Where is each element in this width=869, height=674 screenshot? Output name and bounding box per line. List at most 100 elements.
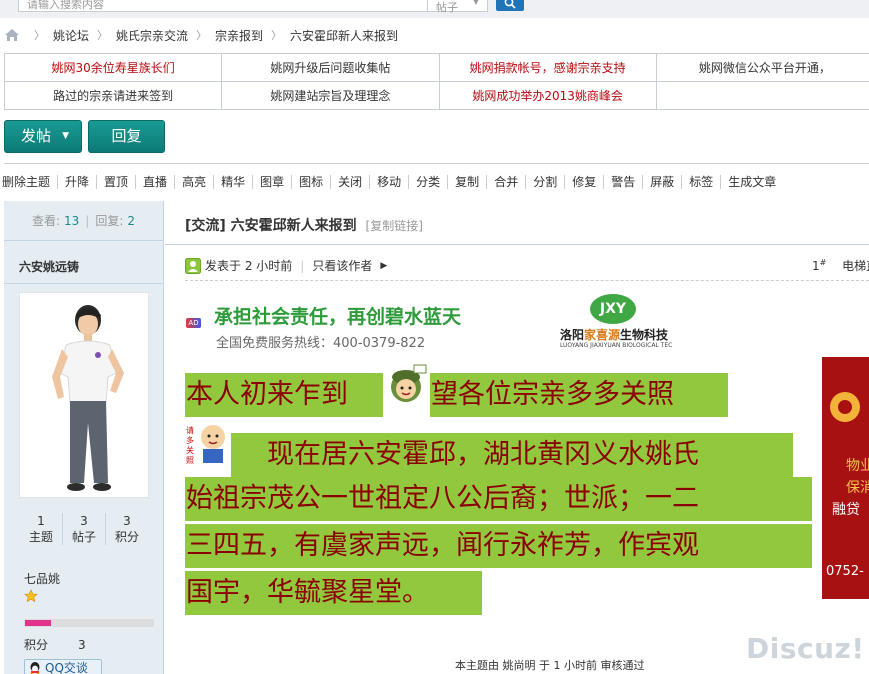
search-type-label: 帖子 — [436, 1, 458, 14]
posted-label: 发表于 — [205, 259, 242, 273]
right-side-ad[interactable]: 物业 保消 融贷 0752- — [822, 357, 869, 599]
svg-text:关: 关 — [186, 445, 194, 455]
notice-link[interactable]: 姚网升级后问题收集帖 — [221, 53, 440, 82]
only-author-link[interactable]: 只看该作者 — [312, 257, 372, 274]
mod-repair[interactable]: 修复 — [564, 175, 603, 189]
right-ad-text: 保消 — [846, 480, 869, 496]
mod-highlight[interactable]: 高亮 — [174, 175, 213, 189]
ad-company-en: LUOYANG JIAXIYUAN BIOLOGICAL TEC — [560, 342, 673, 349]
copy-link[interactable]: [复制链接] — [366, 219, 423, 233]
mod-generate-article[interactable]: 生成文章 — [720, 175, 783, 189]
ad-badge: AD — [186, 318, 201, 328]
floor-number[interactable]: 1 — [812, 259, 820, 273]
notice-link[interactable]: 姚网建站宗旨及理理念 — [221, 81, 440, 110]
message-line: 现在居六安霍邱，湖北黄冈义水姚氏 — [231, 433, 793, 477]
ad-company-pre: 洛阳 — [560, 328, 585, 342]
breadcrumb-item-current[interactable]: 六安霍邱新人来报到 — [290, 27, 398, 44]
mod-delete-thread[interactable]: 删除主题 — [2, 175, 57, 189]
score-label: 积分 — [24, 638, 49, 652]
notice-link[interactable]: 路过的宗亲请进来签到 — [3, 81, 223, 110]
post-meta: 发表于 2 小时前 | 只看该作者 ▶ — [185, 257, 387, 274]
message-line: 望各位宗亲多多关照 — [430, 373, 728, 417]
search-type-select[interactable]: 帖子 ▼ — [428, 0, 488, 14]
ad-headline[interactable]: 承担社会责任，再创碧水蓝天 — [214, 302, 461, 329]
search-input[interactable]: 请输入搜索内容 — [18, 0, 428, 12]
post-title: [交流] 六安霍邱新人来报到 [复制链接] — [185, 215, 423, 235]
rank-progress-fill — [25, 620, 51, 626]
post-title-text: 六安霍邱新人来报到 — [230, 218, 357, 234]
reply-label: 回复 — [111, 127, 142, 145]
topics-count: 1 — [37, 514, 45, 528]
moderation-note: 本主题由 姚尚明 于 1 小时前 审核通过 — [455, 659, 645, 672]
qq-chat-button[interactable]: QQ交谈 — [24, 659, 102, 674]
message-line: 本人初来乍到 — [185, 373, 383, 417]
jump-to-floor[interactable]: 电梯直达 — [842, 259, 869, 273]
reply-button[interactable]: 回复 — [88, 120, 165, 153]
breadcrumb-item[interactable]: 姚论坛 — [53, 27, 89, 44]
ad-logo[interactable]: JXY — [590, 294, 636, 324]
qq-chat-label: QQ交谈 — [45, 661, 88, 674]
right-ad-text: 融贷 — [832, 502, 860, 518]
mod-split[interactable]: 分割 — [525, 175, 564, 189]
replies-count: 2 — [127, 213, 136, 228]
mod-stamp[interactable]: 图章 — [252, 175, 291, 189]
topics-stat[interactable]: 1 主题 — [20, 513, 62, 545]
mod-digest[interactable]: 精华 — [213, 175, 252, 189]
svg-text:照: 照 — [186, 456, 194, 465]
soldier-emoji-icon — [383, 361, 430, 408]
divider — [4, 283, 163, 284]
ad-circle-icon — [830, 392, 860, 422]
breadcrumb-item[interactable]: 宗亲报到 — [215, 27, 263, 44]
new-post-button[interactable]: 发帖 ▼ — [4, 120, 82, 153]
posts-stat[interactable]: 3 帖子 — [62, 513, 105, 545]
message-line: 三四五，有虞家声远，闻行永祚芳，作宾观 — [185, 524, 812, 568]
chevron-right-icon: 〉 — [196, 29, 208, 42]
rank-progress-bar — [24, 619, 154, 627]
mod-stick[interactable]: 置顶 — [96, 175, 135, 189]
credits-count: 3 — [123, 514, 131, 528]
notice-link[interactable]: 姚网成功举办2013姚商峰会 — [438, 81, 657, 110]
credits-label: 积分 — [114, 530, 139, 544]
breadcrumb-item[interactable]: 姚氏宗亲交流 — [116, 27, 188, 44]
please-care-emoji-icon: 请多关照 — [185, 419, 231, 465]
floor-info: 1# 电梯直达 — [812, 257, 869, 274]
mod-merge[interactable]: 合并 — [486, 175, 525, 189]
posts-count: 3 — [80, 514, 88, 528]
notice-link[interactable]: 姚网30余位寿星族长们 — [3, 53, 223, 82]
new-post-label: 发帖 — [21, 127, 52, 145]
home-icon[interactable] — [4, 28, 20, 42]
mod-warn[interactable]: 警告 — [603, 175, 642, 189]
author-counts: 1 主题 3 帖子 3 积分 — [20, 513, 148, 545]
mod-tag[interactable]: 标签 — [681, 175, 720, 189]
ad-hotline: 全国免费服务热线：400-0379-822 — [216, 336, 426, 351]
post-header: [交流] 六安霍邱新人来报到 [复制链接] — [165, 201, 869, 245]
credits-stat[interactable]: 3 积分 — [105, 513, 148, 545]
replies-label: 回复: — [95, 214, 124, 228]
search-icon — [504, 0, 516, 9]
mod-bump[interactable]: 升降 — [57, 175, 96, 189]
separator: | — [85, 213, 90, 228]
separator: | — [300, 258, 305, 273]
author-sidebar: 查看: 13 | 回复: 2 六安姚远铸 1 主题 3 帖子 3 积分 七品姚 … — [4, 201, 164, 674]
mod-live[interactable]: 直播 — [135, 175, 174, 189]
posted-time: 2 小时前 — [244, 259, 293, 273]
author-name[interactable]: 六安姚远铸 — [19, 258, 79, 275]
notice-cell-empty — [655, 81, 869, 110]
chevron-down-icon: ▼ — [62, 131, 69, 141]
mod-copy[interactable]: 复制 — [447, 175, 486, 189]
notice-link[interactable]: 姚网捐款帐号，感谢宗亲支持 — [438, 53, 657, 82]
mod-icon[interactable]: 图标 — [291, 175, 330, 189]
mod-move[interactable]: 移动 — [369, 175, 408, 189]
mod-close[interactable]: 关闭 — [330, 175, 369, 189]
message-line: 国宇，华毓聚星堂。 — [185, 571, 482, 615]
mod-ban[interactable]: 屏蔽 — [642, 175, 681, 189]
avatar[interactable] — [19, 292, 149, 498]
divider — [4, 163, 869, 164]
post-category[interactable]: [交流] — [185, 218, 226, 234]
right-ad-phone: 0752- — [826, 564, 864, 579]
author-rank[interactable]: 七品姚 — [24, 570, 60, 587]
notice-link[interactable]: 姚网微信公众平台开通， — [655, 53, 869, 82]
search-button[interactable] — [496, 0, 524, 11]
mod-type[interactable]: 分类 — [408, 175, 447, 189]
message-line: 始祖宗茂公一世祖定八公后裔；世派；一二 — [185, 477, 812, 521]
